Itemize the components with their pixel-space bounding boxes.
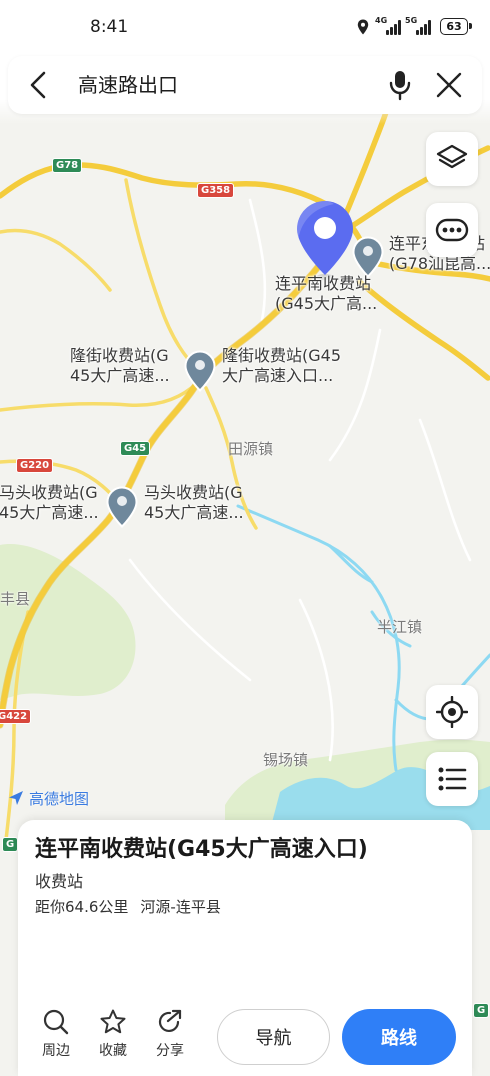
network-type: 5G [405, 16, 418, 25]
river-branch [328, 544, 374, 584]
navigation-arrow-icon [9, 791, 23, 805]
signal-4g-icon: 4G [375, 16, 403, 35]
microphone-icon[interactable] [388, 69, 412, 101]
place-detail-card[interactable]: 连平南收费站(G45大广高速入口) 收费站 距你64.6公里 河源-连平县 周边 … [18, 820, 472, 1076]
route-button[interactable]: 路线 [342, 1009, 456, 1065]
share-icon [158, 1009, 182, 1033]
search-input[interactable]: 高速路出口 [78, 56, 178, 114]
place-distance: 距你64.6公里 [35, 898, 129, 916]
poi-marker-icon[interactable] [352, 236, 384, 278]
poi-label-detail: 大广高速入口... [222, 366, 334, 385]
road-shield-g358: G358 [197, 183, 235, 198]
chevron-left-icon[interactable] [28, 71, 48, 99]
amap-logo: 高德地图 [8, 788, 89, 808]
poi-label[interactable]: 马头收费站(G 45大广高速... [0, 483, 99, 523]
minor-road [248, 198, 267, 322]
battery-icon: 63 [440, 18, 472, 35]
poi-label-detail: (G78汕昆高... [389, 254, 490, 273]
place-region: 河源-连平县 [140, 898, 221, 916]
location-status-icon [357, 19, 369, 35]
road [0, 380, 200, 412]
minor-road [298, 598, 334, 762]
poi-label-name: 马头收费站(G [144, 483, 243, 502]
selected-poi-label[interactable]: 连平南收费站 (G45大广高... [275, 274, 377, 314]
road [0, 228, 112, 292]
poi-marker-icon[interactable] [106, 486, 138, 528]
nearby-button[interactable]: 周边 [34, 1008, 78, 1066]
poi-label-detail: (G45大广高... [275, 294, 378, 313]
search-bar[interactable]: 高速路出口 [8, 56, 482, 114]
road-shield-g220: G220 [16, 458, 54, 473]
signal-5g-icon: 5G [405, 16, 433, 35]
share-button[interactable]: 分享 [148, 1008, 192, 1066]
poi-marker-icon[interactable] [184, 350, 216, 392]
poi-label[interactable]: 隆街收费站(G45 大广高速入口... [222, 346, 341, 386]
navigate-button[interactable]: 导航 [217, 1009, 330, 1065]
forest-area-west [0, 544, 136, 700]
town-label: 丰县 [0, 590, 31, 608]
town-label: 锡场镇 [263, 751, 309, 769]
nearby-label: 周边 [42, 1043, 70, 1059]
poi-label-detail: 45大广高速... [70, 366, 170, 385]
network-type: 4G [375, 16, 388, 25]
town-label: 半江镇 [377, 618, 423, 636]
poi-label[interactable]: 隆街收费站(G 45大广高速... [70, 346, 170, 386]
more-icon [435, 218, 469, 242]
layers-icon [436, 144, 468, 169]
clock: 8:41 [90, 17, 129, 37]
logo-text: 高德地图 [29, 789, 90, 808]
poi-label-name: 马头收费站(G [0, 483, 98, 502]
place-category: 收费站 [35, 872, 84, 891]
poi-label[interactable]: 马头收费站(G 45大广高速... [144, 483, 244, 523]
poi-label-name: 连平南收费站 [275, 274, 372, 293]
status-bar: 8:41 4G 5G 63 [0, 0, 490, 52]
minor-road [128, 558, 252, 682]
locate-button[interactable] [426, 685, 478, 739]
river-main [236, 504, 401, 772]
poi-label-name: 隆街收费站(G45 [222, 346, 342, 365]
minor-road [418, 418, 472, 562]
layers-button[interactable] [426, 132, 478, 186]
close-icon[interactable] [436, 72, 462, 98]
favorite-button[interactable]: 收藏 [91, 1008, 135, 1066]
favorite-label: 收藏 [99, 1043, 127, 1059]
list-icon [438, 767, 467, 791]
place-distance-row: 距你64.6公里 河源-连平县 [35, 897, 221, 917]
road-shield-g45: G45 [120, 441, 151, 456]
selected-marker-icon[interactable] [294, 198, 356, 282]
town-label: 田源镇 [228, 440, 274, 458]
poi-label-detail: 45大广高速... [0, 503, 99, 522]
poi-label-name: 隆街收费站(G [70, 346, 169, 365]
road-shield-g78: G78 [52, 158, 83, 173]
road-shield-partial: G [2, 837, 19, 852]
road [124, 178, 200, 372]
locate-icon [436, 696, 468, 728]
road-shield-g422: G422 [0, 709, 32, 724]
list-button[interactable] [426, 752, 478, 806]
place-title: 连平南收费站(G45大广高速入口) [35, 837, 368, 862]
road-shield-partial: G [473, 1003, 490, 1018]
search-icon [43, 1009, 69, 1035]
share-label: 分享 [156, 1043, 184, 1059]
battery-level: 63 [446, 19, 462, 33]
more-button[interactable] [426, 203, 478, 257]
star-icon [100, 1009, 126, 1034]
poi-label-detail: 45大广高速... [144, 503, 244, 522]
